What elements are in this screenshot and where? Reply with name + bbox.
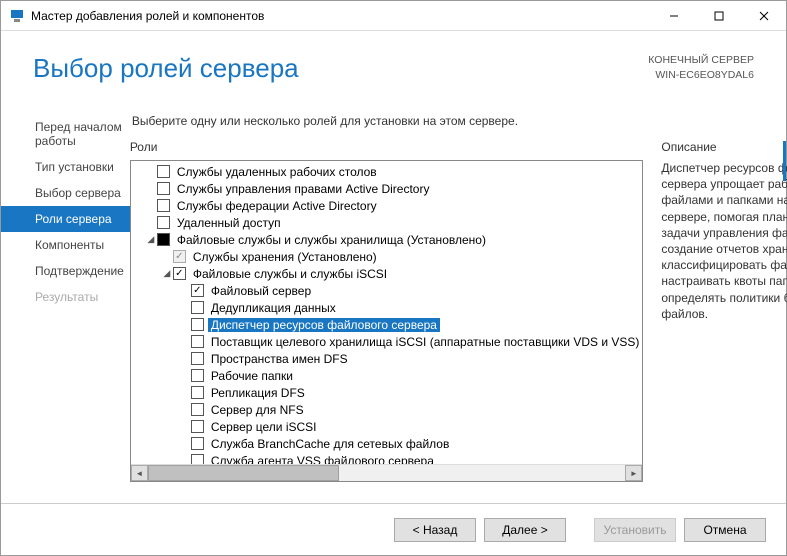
scroll-right-arrow[interactable]: ► — [625, 465, 642, 481]
tree-node[interactable]: ◢ Файловые службы и службы хранилища (Уст… — [131, 231, 643, 248]
nav-step-6: Результаты — [1, 284, 130, 310]
checkbox[interactable] — [191, 386, 204, 399]
description-pane: Описание Диспетчер ресурсов файлового се… — [661, 140, 787, 482]
roles-tree-container: Службы удаленных рабочих столов Службы уп… — [130, 160, 644, 482]
tree-node-label: Сервер цели iSCSI — [208, 420, 320, 434]
tree-node-label: Сервер для NFS — [208, 403, 307, 417]
titlebar: Мастер добавления ролей и компонентов — [1, 1, 786, 31]
tree-node-label: Репликация DFS — [208, 386, 308, 400]
checkbox[interactable] — [191, 284, 204, 297]
collapse-icon[interactable]: ◢ — [145, 234, 157, 245]
maximize-button[interactable] — [696, 1, 741, 31]
checkbox — [173, 250, 186, 263]
dest-label: КОНЕЧНЫЙ СЕРВЕР — [648, 53, 754, 68]
nav-step-4[interactable]: Компоненты — [1, 232, 130, 258]
tree-node-label: Удаленный доступ — [174, 216, 284, 230]
roles-tree[interactable]: Службы удаленных рабочих столов Службы уп… — [131, 161, 643, 464]
tree-node-label: Службы хранения (Установлено) — [190, 250, 380, 264]
tree-node-label: Служба агента VSS файлового сервера — [208, 454, 437, 465]
tree-node[interactable]: Удаленный доступ — [131, 214, 643, 231]
tree-node-label: Дедупликация данных — [208, 301, 339, 315]
tree-node[interactable]: Рабочие папки — [131, 367, 643, 384]
checkbox[interactable] — [191, 454, 204, 464]
wizard-body: Перед началом работыТип установкиВыбор с… — [1, 102, 786, 482]
tree-node[interactable]: Службы удаленных рабочих столов — [131, 163, 643, 180]
checkbox[interactable] — [157, 216, 170, 229]
app-icon — [9, 8, 25, 24]
tree-node[interactable]: Диспетчер ресурсов файлового сервера — [131, 316, 643, 333]
window-controls — [651, 1, 786, 31]
checkbox[interactable] — [157, 182, 170, 195]
nav-step-3[interactable]: Роли сервера — [1, 206, 130, 232]
page-title: Выбор ролей сервера — [33, 53, 299, 84]
tree-node-label: Файловые службы и службы iSCSI — [190, 267, 390, 281]
checkbox[interactable] — [191, 369, 204, 382]
tree-node[interactable]: Служба агента VSS файлового сервера — [131, 452, 643, 464]
tree-node-label: Службы федерации Active Directory — [174, 199, 380, 213]
minimize-button[interactable] — [651, 1, 696, 31]
tree-node[interactable]: ◢ Файловые службы и службы iSCSI — [131, 265, 643, 282]
install-button[interactable]: Установить — [594, 518, 676, 542]
scroll-thumb[interactable] — [148, 465, 339, 481]
main-pane: Выберите одну или несколько ролей для ус… — [130, 102, 787, 482]
checkbox[interactable] — [173, 267, 186, 280]
tree-node[interactable]: Репликация DFS — [131, 384, 643, 401]
checkbox[interactable] — [191, 318, 204, 331]
tree-node-label: Пространства имен DFS — [208, 352, 351, 366]
tree-node[interactable]: Службы хранения (Установлено) — [131, 248, 643, 265]
tree-node[interactable]: Пространства имен DFS — [131, 350, 643, 367]
tree-node[interactable]: Службы управления правами Active Directo… — [131, 180, 643, 197]
tree-node[interactable]: Службы федерации Active Directory — [131, 197, 643, 214]
destination-server: КОНЕЧНЫЙ СЕРВЕР WIN-EC6EO8YDAL6 — [648, 53, 754, 82]
cancel-button[interactable]: Отмена — [684, 518, 766, 542]
checkbox[interactable] — [191, 301, 204, 314]
checkbox[interactable] — [191, 437, 204, 450]
checkbox[interactable] — [157, 165, 170, 178]
checkbox[interactable] — [191, 403, 204, 416]
nav-step-0[interactable]: Перед началом работы — [1, 114, 130, 154]
dest-name: WIN-EC6EO8YDAL6 — [648, 68, 754, 83]
tree-node-label: Файловый сервер — [208, 284, 314, 298]
roles-pane: Роли Службы удаленных рабочих столовСлуж… — [130, 140, 644, 482]
tree-node[interactable]: Сервер для NFS — [131, 401, 643, 418]
window-title: Мастер добавления ролей и компонентов — [31, 9, 264, 23]
tree-node-label: Поставщик целевого хранилища iSCSI (аппа… — [208, 335, 643, 349]
tree-node-label: Диспетчер ресурсов файлового сервера — [208, 318, 440, 332]
roles-title: Роли — [130, 140, 644, 160]
right-accent-bar — [783, 141, 786, 181]
tree-node[interactable]: Служба BranchCache для сетевых файлов — [131, 435, 643, 452]
tree-node[interactable]: Сервер цели iSCSI — [131, 418, 643, 435]
checkbox[interactable] — [191, 335, 204, 348]
checkbox[interactable] — [191, 420, 204, 433]
close-button[interactable] — [741, 1, 786, 31]
wizard-header: Выбор ролей сервера КОНЕЧНЫЙ СЕРВЕР WIN-… — [1, 31, 786, 102]
tree-node-label: Службы удаленных рабочих столов — [174, 165, 380, 179]
tree-node[interactable]: Файловый сервер — [131, 282, 643, 299]
tree-node-label: Служба BranchCache для сетевых файлов — [208, 437, 453, 451]
description-title: Описание — [661, 140, 787, 160]
wizard-footer: < Назад Далее > Установить Отмена — [1, 503, 786, 555]
panes: Роли Службы удаленных рабочих столовСлуж… — [130, 140, 787, 482]
instruction-text: Выберите одну или несколько ролей для ус… — [130, 114, 787, 140]
tree-node-label: Службы управления правами Active Directo… — [174, 182, 433, 196]
tree-node[interactable]: Дедупликация данных — [131, 299, 643, 316]
nav-step-2[interactable]: Выбор сервера — [1, 180, 130, 206]
checkbox[interactable] — [157, 199, 170, 212]
nav-step-1[interactable]: Тип установки — [1, 154, 130, 180]
scroll-left-arrow[interactable]: ◄ — [131, 465, 148, 481]
tree-node-label: Файловые службы и службы хранилища (Уста… — [174, 233, 489, 247]
collapse-icon[interactable]: ◢ — [161, 268, 173, 279]
tree-node[interactable]: Поставщик целевого хранилища iSCSI (аппа… — [131, 333, 643, 350]
wizard-nav: Перед началом работыТип установкиВыбор с… — [1, 102, 130, 482]
checkbox[interactable] — [191, 352, 204, 365]
scroll-track[interactable] — [148, 465, 626, 481]
checkbox[interactable] — [157, 233, 170, 246]
description-text: Диспетчер ресурсов файлового сервера упр… — [661, 160, 787, 322]
tree-node-label: Рабочие папки — [208, 369, 296, 383]
back-button[interactable]: < Назад — [394, 518, 476, 542]
horizontal-scrollbar[interactable]: ◄ ► — [131, 464, 643, 481]
nav-step-5[interactable]: Подтверждение — [1, 258, 130, 284]
next-button[interactable]: Далее > — [484, 518, 566, 542]
